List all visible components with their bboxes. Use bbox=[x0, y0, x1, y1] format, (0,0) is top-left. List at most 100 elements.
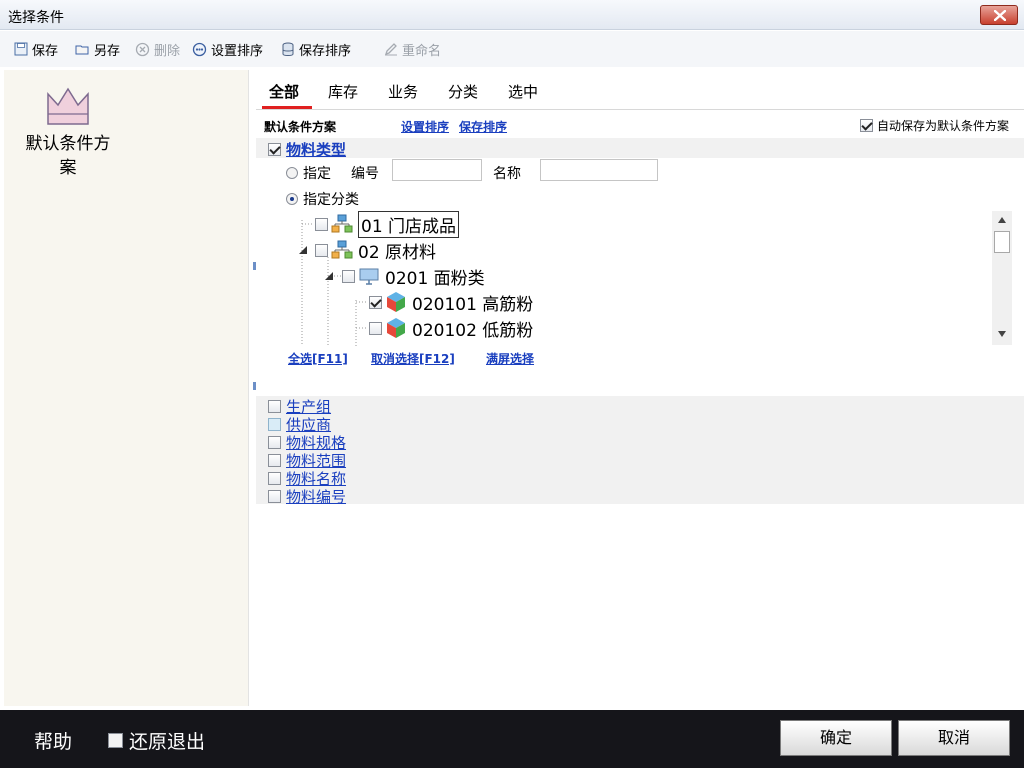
save-button[interactable]: 保存 bbox=[14, 40, 59, 59]
cube-icon bbox=[387, 318, 405, 338]
filter-checkbox[interactable] bbox=[268, 453, 281, 467]
scheme-panel: 默认条件方案 bbox=[4, 70, 249, 706]
tab-business[interactable]: 业务 bbox=[388, 81, 418, 102]
footer-bar: 帮助 还原退出 确定 取消 bbox=[0, 710, 1024, 768]
filter-checkbox[interactable] bbox=[268, 489, 281, 503]
tree-node-label: 02 原材料 bbox=[358, 242, 437, 263]
code-input[interactable] bbox=[392, 159, 482, 181]
tab-bar: 全部 库存 业务 分类 选中 bbox=[256, 68, 1024, 110]
tree-node-label: 020101 高筋粉 bbox=[412, 294, 534, 315]
filter-item-spec[interactable]: 物料规格 bbox=[268, 433, 346, 452]
database-icon bbox=[282, 42, 294, 56]
filter-item-code[interactable]: 物料编号 bbox=[268, 486, 346, 507]
tab-all[interactable]: 全部 bbox=[269, 81, 299, 102]
set-sort-label: 设置排序 bbox=[211, 43, 264, 59]
sort-icon bbox=[192, 42, 207, 56]
radio-category-button[interactable] bbox=[286, 193, 298, 205]
tree-node-checkbox[interactable] bbox=[369, 321, 382, 335]
tree-node-checkbox[interactable] bbox=[369, 295, 382, 309]
material-type-toggle[interactable]: 物料类型 bbox=[268, 139, 346, 160]
tree-node-checkbox[interactable] bbox=[315, 243, 328, 257]
tab-inventory[interactable]: 库存 bbox=[328, 81, 358, 102]
close-button[interactable] bbox=[980, 5, 1018, 25]
auto-save-option[interactable]: 自动保存为默认条件方案 bbox=[860, 117, 1009, 134]
set-sort-link[interactable]: 设置排序 bbox=[401, 118, 449, 135]
radio-category[interactable]: 指定分类 bbox=[286, 189, 359, 209]
tab-selected[interactable]: 选中 bbox=[508, 81, 538, 102]
fullscreen-select-link[interactable]: 满屏选择 bbox=[486, 350, 534, 367]
select-all-link[interactable]: 全选[F11] bbox=[288, 350, 348, 367]
radio-category-label: 指定分类 bbox=[303, 192, 359, 208]
radio-specify-button[interactable] bbox=[286, 167, 298, 179]
delete-button[interactable]: 删除 bbox=[135, 40, 181, 59]
toolbar: 保存 另存 删除 设置排序 保存排序 重命名 bbox=[0, 31, 1024, 67]
code-label: 编号 bbox=[351, 166, 379, 182]
deselect-link[interactable]: 取消选择[F12] bbox=[371, 350, 455, 367]
save-as-button[interactable]: 另存 bbox=[75, 40, 121, 59]
restore-exit-checkbox[interactable] bbox=[108, 733, 123, 748]
active-tab-indicator bbox=[262, 106, 312, 109]
auto-save-label: 自动保存为默认条件方案 bbox=[877, 119, 1010, 133]
auto-save-checkbox[interactable] bbox=[860, 119, 873, 132]
scroll-down-icon[interactable] bbox=[998, 331, 1006, 337]
tree-node[interactable]: 020101 高筋粉 bbox=[369, 290, 534, 315]
scroll-thumb[interactable] bbox=[994, 231, 1010, 253]
delete-icon bbox=[135, 42, 150, 56]
scheme-item-default[interactable]: 默认条件方案 bbox=[18, 84, 118, 180]
scroll-up-icon[interactable] bbox=[998, 217, 1006, 223]
restore-exit-option[interactable]: 还原退出 bbox=[108, 727, 205, 754]
filter-label[interactable]: 物料编号 bbox=[286, 486, 346, 507]
category-tree: 01 门店成品 02 原材料 0201 面粉类 020101 高筋粉 02010… bbox=[256, 210, 1016, 346]
rename-label: 重命名 bbox=[402, 43, 442, 59]
filter-item-production-group[interactable]: 生产组 bbox=[268, 397, 331, 416]
save-as-label: 另存 bbox=[94, 43, 121, 59]
save-sort-label: 保存排序 bbox=[299, 43, 352, 59]
restore-exit-label: 还原退出 bbox=[129, 731, 206, 753]
ok-button[interactable]: 确定 bbox=[780, 720, 892, 756]
cancel-button[interactable]: 取消 bbox=[898, 720, 1010, 756]
set-sort-button[interactable]: 设置排序 bbox=[192, 40, 264, 59]
tree-node[interactable]: 0201 面粉类 bbox=[342, 264, 485, 289]
tab-category[interactable]: 分类 bbox=[448, 81, 478, 102]
delete-label: 删除 bbox=[154, 43, 181, 59]
filter-list: 生产组 供应商 物料规格 物料范围 物料名称 物料编号 bbox=[256, 396, 1024, 507]
pencil-icon bbox=[384, 43, 397, 56]
name-label: 名称 bbox=[493, 166, 521, 182]
tree-node-label: 0201 面粉类 bbox=[385, 268, 485, 289]
hierarchy-icon bbox=[331, 214, 353, 233]
filter-checkbox[interactable] bbox=[268, 435, 281, 449]
tree-node-label: 020102 低筋粉 bbox=[412, 320, 534, 341]
main-content: 全部 库存 业务 分类 选中 默认条件方案 设置排序 保存排序 自动保存为默认条… bbox=[256, 68, 1024, 708]
folder-icon bbox=[75, 45, 89, 54]
filter-item-name[interactable]: 物料名称 bbox=[268, 469, 346, 488]
save-sort-button[interactable]: 保存排序 bbox=[281, 40, 352, 59]
help-link[interactable]: 帮助 bbox=[34, 727, 72, 754]
title-bar: 选择条件 bbox=[0, 0, 1024, 30]
hierarchy-icon bbox=[331, 240, 353, 259]
tree-node-label: 01 门店成品 bbox=[358, 210, 460, 238]
tree-node[interactable]: 020102 低筋粉 bbox=[369, 316, 534, 341]
rename-button[interactable]: 重命名 bbox=[384, 40, 442, 59]
close-icon bbox=[994, 10, 1006, 21]
filter-checkbox[interactable] bbox=[268, 471, 281, 485]
tree-node[interactable]: 02 原材料 bbox=[315, 238, 437, 263]
scheme-label: 默认条件方案 bbox=[25, 134, 111, 178]
filter-item-range[interactable]: 物料范围 bbox=[268, 451, 346, 470]
save-sort-link[interactable]: 保存排序 bbox=[459, 118, 507, 135]
floppy-icon bbox=[14, 42, 28, 56]
tree-node-checkbox[interactable] bbox=[315, 217, 328, 231]
radio-specify-label: 指定 bbox=[303, 166, 331, 182]
material-type-title[interactable]: 物料类型 bbox=[286, 139, 346, 160]
filter-item-supplier[interactable]: 供应商 bbox=[268, 415, 331, 434]
tree-node[interactable]: 01 门店成品 bbox=[315, 210, 460, 238]
tree-scrollbar[interactable] bbox=[992, 211, 1012, 345]
save-label: 保存 bbox=[32, 43, 59, 59]
radio-specify[interactable]: 指定 bbox=[286, 163, 331, 183]
name-input[interactable] bbox=[540, 159, 658, 181]
material-type-checkbox[interactable] bbox=[268, 143, 281, 156]
filter-checkbox[interactable] bbox=[268, 417, 281, 431]
tree-node-checkbox[interactable] bbox=[342, 269, 355, 283]
material-type-header bbox=[256, 138, 1024, 158]
scheme-name: 默认条件方案 bbox=[264, 120, 337, 134]
filter-checkbox[interactable] bbox=[268, 399, 281, 413]
